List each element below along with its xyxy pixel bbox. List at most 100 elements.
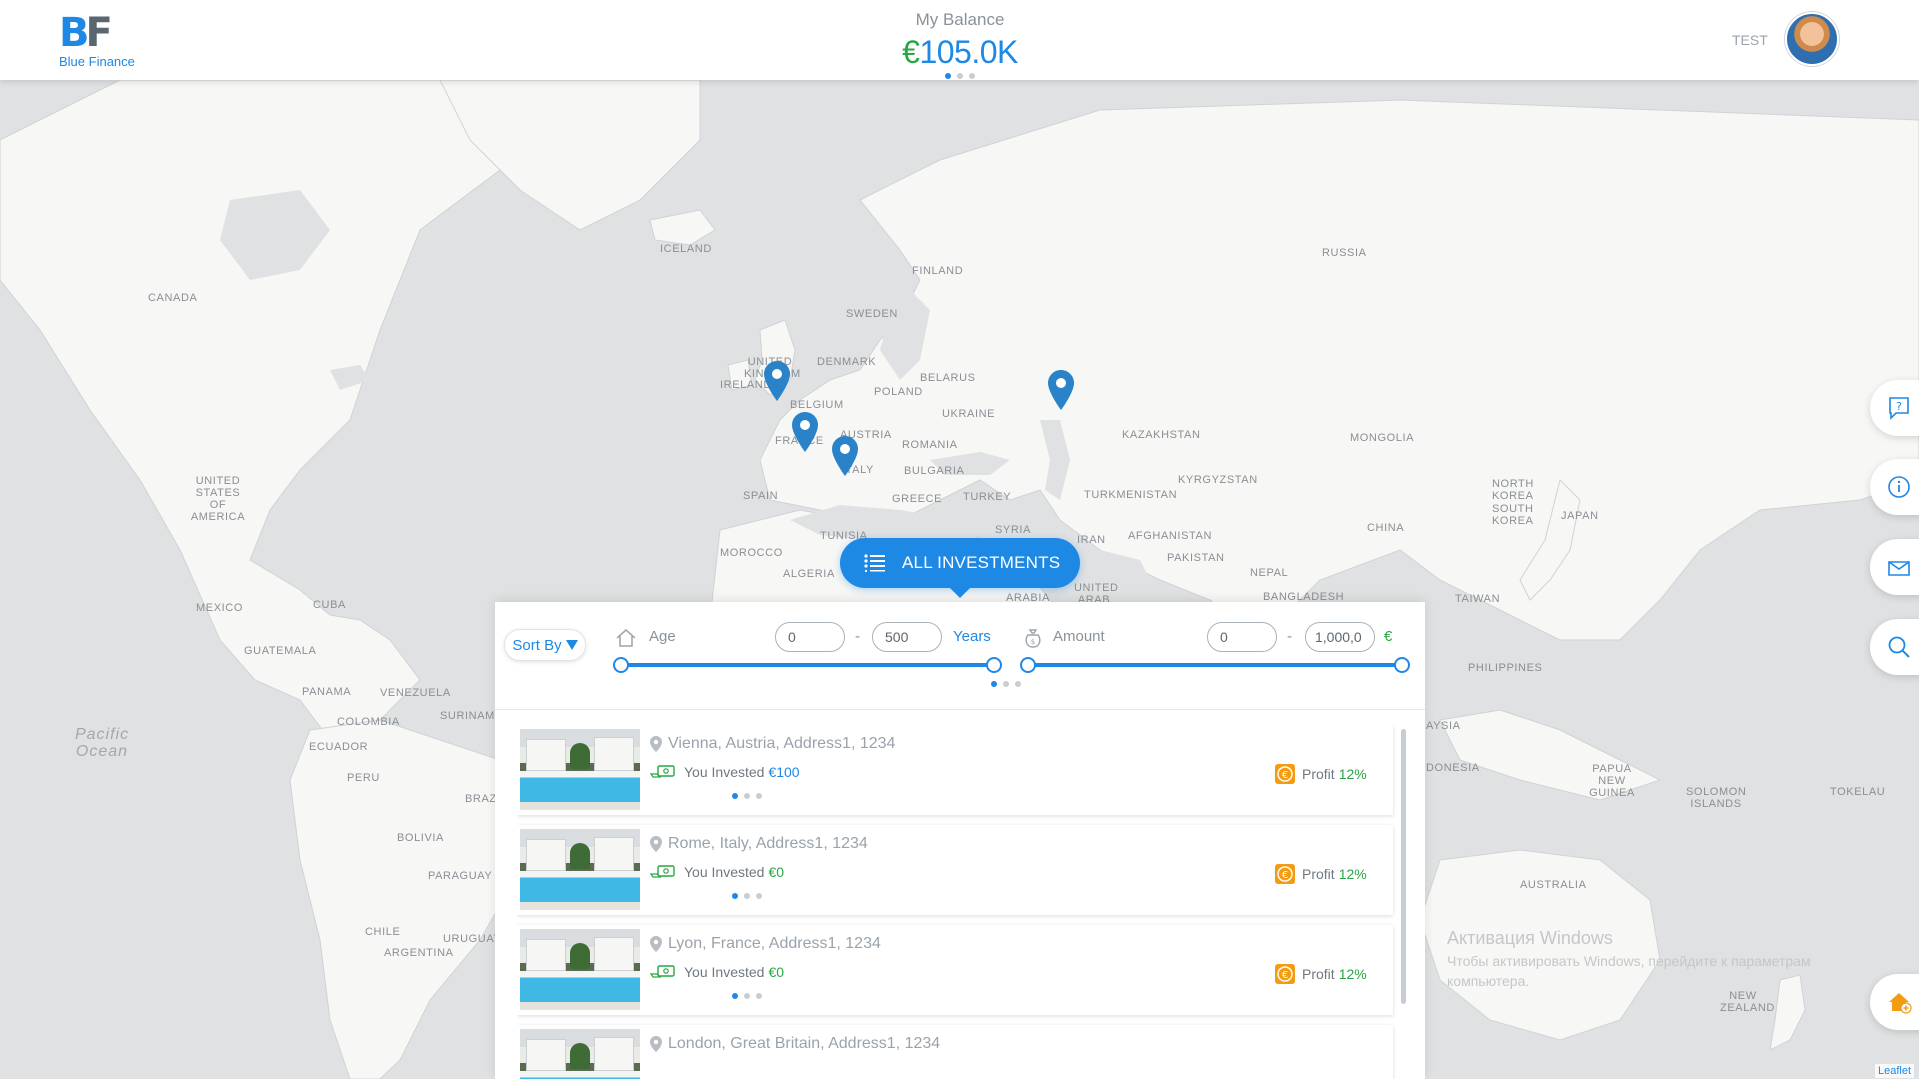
age-max-input[interactable]: 500 xyxy=(872,622,942,652)
add-property-button[interactable] xyxy=(1870,974,1919,1030)
pager-dot[interactable] xyxy=(744,893,750,899)
location-pin-icon xyxy=(650,936,662,952)
age-min-input[interactable]: 0 xyxy=(775,622,845,652)
map-label: MEXICO xyxy=(196,602,243,614)
euro-icon: € xyxy=(1275,764,1295,784)
logo-mark: BF xyxy=(59,10,113,56)
pager-dot[interactable] xyxy=(732,793,738,799)
map-marker-icon[interactable] xyxy=(832,436,858,476)
amount-min-input[interactable]: 0 xyxy=(1207,622,1277,652)
address-text: Lyon, France, Address1, 1234 xyxy=(668,935,881,952)
amount-slider-min-handle[interactable] xyxy=(1020,657,1036,673)
pager-dot[interactable] xyxy=(756,893,762,899)
investment-list[interactable]: Vienna, Austria, Address1, 1234 You Inve… xyxy=(517,725,1397,1079)
map-label: GREECE xyxy=(892,493,943,505)
map-label: SOUTH KOREA xyxy=(1492,503,1534,527)
invested-row: You Invested €0 xyxy=(650,864,784,880)
age-slider-track[interactable] xyxy=(621,663,991,667)
invested-label: You Invested xyxy=(684,864,765,880)
mail-icon xyxy=(1888,561,1910,576)
amount-slider-max-handle[interactable] xyxy=(1394,657,1410,673)
avatar[interactable] xyxy=(1785,12,1839,66)
balance-pager[interactable] xyxy=(860,73,1060,79)
pager-dot[interactable] xyxy=(744,993,750,999)
age-slider-min-handle[interactable] xyxy=(613,657,629,673)
map-label: ICELAND xyxy=(660,243,712,255)
pager-dot[interactable] xyxy=(957,73,963,79)
property-address: Vienna, Austria, Address1, 1234 xyxy=(650,735,895,753)
pager-dot[interactable] xyxy=(732,993,738,999)
logo[interactable]: BF Blue Finance xyxy=(59,10,159,69)
property-thumbnail[interactable] xyxy=(520,929,640,1010)
investment-card[interactable]: Rome, Italy, Address1, 1234 You Invested… xyxy=(517,825,1393,915)
pager-dot[interactable] xyxy=(1015,681,1021,687)
map-label: MOROCCO xyxy=(720,547,783,559)
sort-by-label: Sort By xyxy=(512,636,562,654)
map-label: CANADA xyxy=(148,292,198,304)
pager-dot[interactable] xyxy=(732,893,738,899)
card-pager[interactable] xyxy=(732,993,762,999)
property-thumbnail[interactable] xyxy=(520,829,640,910)
svg-text:?: ? xyxy=(1896,400,1902,413)
amount-slider-track[interactable] xyxy=(1028,663,1401,667)
list-icon xyxy=(864,554,885,572)
profit-label: Profit xyxy=(1302,966,1335,982)
age-unit: Years xyxy=(953,628,991,645)
map-label: BELGIUM xyxy=(790,399,844,411)
investment-card[interactable]: Vienna, Austria, Address1, 1234 You Inve… xyxy=(517,725,1393,815)
help-button[interactable]: ? xyxy=(1870,380,1919,436)
pager-dot[interactable] xyxy=(1003,681,1009,687)
map-marker-icon[interactable] xyxy=(792,412,818,452)
card-pager[interactable] xyxy=(732,893,762,899)
svg-text:€: € xyxy=(1282,970,1288,981)
card-pager[interactable] xyxy=(732,793,762,799)
map-marker-icon[interactable] xyxy=(1048,370,1074,410)
map-label: GUATEMALA xyxy=(244,645,317,657)
map-label: BOLIVIA xyxy=(397,832,444,844)
pager-dot[interactable] xyxy=(945,73,951,79)
property-thumbnail[interactable] xyxy=(520,729,640,810)
map-label: ALGERIA xyxy=(783,568,835,580)
info-icon xyxy=(1888,476,1910,498)
contact-button[interactable] xyxy=(1870,539,1919,595)
svg-text:€: € xyxy=(1282,870,1288,881)
investment-card[interactable]: Lyon, France, Address1, 1234 You Investe… xyxy=(517,925,1393,1015)
search-button[interactable] xyxy=(1870,619,1919,675)
map-label: PANAMA xyxy=(302,686,352,698)
sort-by-button[interactable]: Sort By xyxy=(504,629,586,661)
amount-unit: € xyxy=(1384,628,1393,645)
map-label: IRAN xyxy=(1077,534,1106,546)
list-scrollbar[interactable] xyxy=(1401,729,1406,1004)
investment-card[interactable]: London, Great Britain, Address1, 1234 xyxy=(517,1025,1393,1079)
map-label: URUGUAY xyxy=(443,933,502,945)
location-pin-icon xyxy=(650,1036,662,1052)
pager-dot[interactable] xyxy=(756,793,762,799)
pager-dot[interactable] xyxy=(744,793,750,799)
map-label: BRAZ xyxy=(465,793,497,805)
pager-dot[interactable] xyxy=(991,681,997,687)
map-marker-icon[interactable] xyxy=(764,361,790,401)
all-investments-button[interactable]: ALL INVESTMENTS xyxy=(840,538,1080,588)
filter-pager[interactable] xyxy=(991,681,1021,687)
home-icon xyxy=(616,628,636,647)
balance-widget[interactable]: My Balance €105.0K xyxy=(860,10,1060,79)
property-thumbnail[interactable] xyxy=(520,1029,640,1079)
age-slider-max-handle[interactable] xyxy=(986,657,1002,673)
address-text: Vienna, Austria, Address1, 1234 xyxy=(668,735,896,752)
balance-label: My Balance xyxy=(915,10,1005,29)
user-name[interactable]: TEST xyxy=(1732,32,1768,48)
watermark-title: Активация Windows xyxy=(1447,928,1613,948)
map-attribution-link[interactable]: Leaflet xyxy=(1875,1064,1915,1078)
map-label: PAKISTAN xyxy=(1167,552,1225,564)
map-label: BELARUS xyxy=(920,372,976,384)
invested-amount: €0 xyxy=(768,964,785,980)
add-home-icon xyxy=(1889,993,1912,1014)
map-label: AYSIA xyxy=(1426,720,1461,732)
pager-dot[interactable] xyxy=(969,73,975,79)
watermark-line: компьютера. xyxy=(1447,973,1530,989)
caret-down-icon xyxy=(565,640,578,650)
info-button[interactable] xyxy=(1870,459,1919,515)
location-pin-icon xyxy=(650,736,662,752)
amount-max-input[interactable]: 1,000,0 xyxy=(1305,622,1375,652)
pager-dot[interactable] xyxy=(756,993,762,999)
